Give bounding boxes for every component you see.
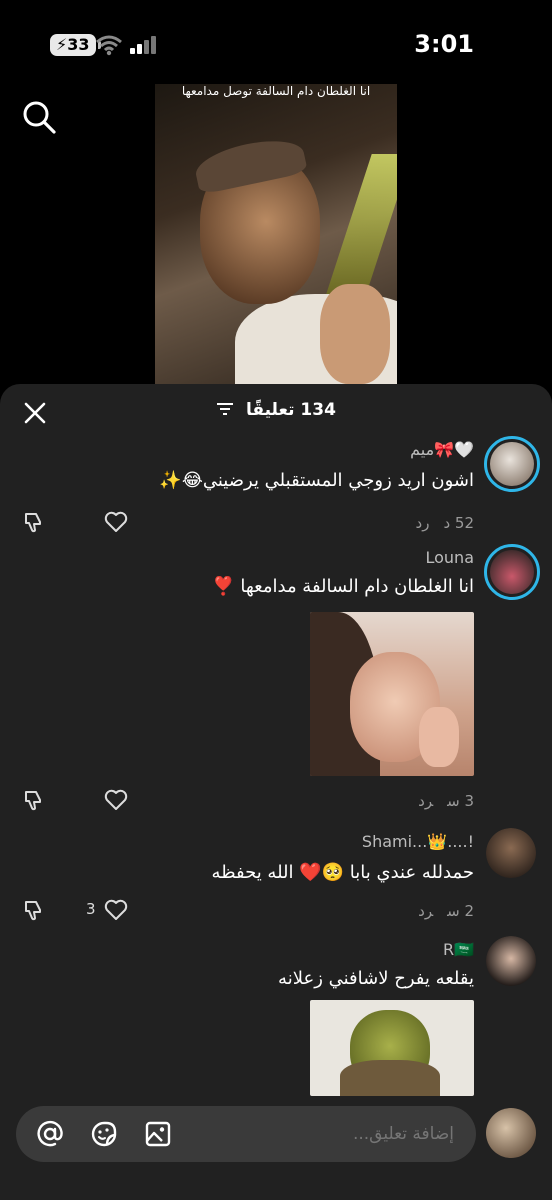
clock: 3:01	[414, 30, 474, 58]
video-hand	[320, 284, 390, 384]
comment-image[interactable]	[310, 612, 474, 776]
comment-text: اشون اريد زوجي المستقبلي يرضيني😂✨	[159, 470, 474, 491]
comment-time: 3 س	[447, 792, 474, 810]
dislike-icon[interactable]	[22, 898, 46, 922]
comment-item: Shami...👑....! حمدلله عندي بابا 🥺❤️ الله…	[0, 828, 552, 928]
comment-username[interactable]: Louna	[425, 548, 474, 567]
comment-time: 52 د	[443, 514, 474, 532]
avatar[interactable]	[484, 544, 540, 600]
heart-icon[interactable]	[104, 898, 128, 922]
comments-count-label: 134 تعليقًا	[246, 400, 336, 420]
signal-icon	[130, 36, 158, 54]
comment-meta: 52 د رد	[402, 514, 474, 532]
search-icon[interactable]	[22, 100, 56, 134]
comment-text: يقلعه يفرح لاشافني زعلانه	[278, 968, 474, 989]
avatar[interactable]	[486, 936, 536, 986]
video-player[interactable]: انا الغلطان دام السالفة توصل مدامعها	[155, 84, 397, 384]
heart-icon[interactable]	[104, 510, 128, 534]
comment-item: ميم🎀🤍 اشون اريد زوجي المستقبلي يرضيني😂✨ …	[0, 436, 552, 536]
comment-meta: 3 س رد	[404, 792, 474, 810]
avatar[interactable]	[486, 828, 536, 878]
avatar[interactable]	[484, 436, 540, 492]
reply-button[interactable]: رد	[416, 514, 430, 532]
mention-icon[interactable]	[36, 1120, 64, 1148]
image-icon[interactable]	[144, 1120, 172, 1148]
sticker-icon[interactable]	[90, 1120, 118, 1148]
comment-username[interactable]: Shami...👑....!	[362, 832, 474, 851]
video-light	[326, 154, 397, 294]
dislike-icon[interactable]	[22, 510, 46, 534]
comment-input[interactable]	[176, 1106, 476, 1162]
comment-username[interactable]: R🇸🇦	[443, 940, 474, 959]
comment-item: Louna انا الغلطان دام السالفة مدامعها ❣️…	[0, 544, 552, 814]
comment-image[interactable]	[310, 1000, 474, 1096]
battery-level: 33	[67, 35, 90, 54]
battery-indicator: ⚡33	[50, 34, 100, 56]
filter-icon	[217, 403, 234, 415]
dislike-icon[interactable]	[22, 788, 46, 812]
comment-username[interactable]: ميم🎀🤍	[410, 440, 474, 459]
reply-button[interactable]: رد	[418, 792, 433, 810]
comment-input-bar[interactable]	[16, 1106, 476, 1162]
heart-icon[interactable]	[104, 788, 128, 812]
comments-sheet: 134 تعليقًا ميم🎀🤍 اشون اريد زوجي المستقب…	[0, 384, 552, 1200]
status-bar: ⚡33 3:01	[0, 0, 552, 90]
comment-text: حمدلله عندي بابا 🥺❤️ الله يحفظه	[211, 862, 474, 883]
comments-count-title[interactable]: 134 تعليقًا	[0, 400, 552, 420]
wifi-icon	[96, 35, 122, 56]
like-count: 3	[86, 900, 96, 918]
comment-time: 2 س	[447, 902, 474, 920]
user-avatar[interactable]	[486, 1108, 536, 1158]
comment-text: انا الغلطان دام السالفة مدامعها ❣️	[212, 576, 474, 597]
video-overlay-text: انا الغلطان دام السالفة توصل مدامعها	[181, 84, 371, 98]
reply-button[interactable]: رد	[418, 902, 433, 920]
comment-meta: 2 س رد	[404, 902, 474, 920]
